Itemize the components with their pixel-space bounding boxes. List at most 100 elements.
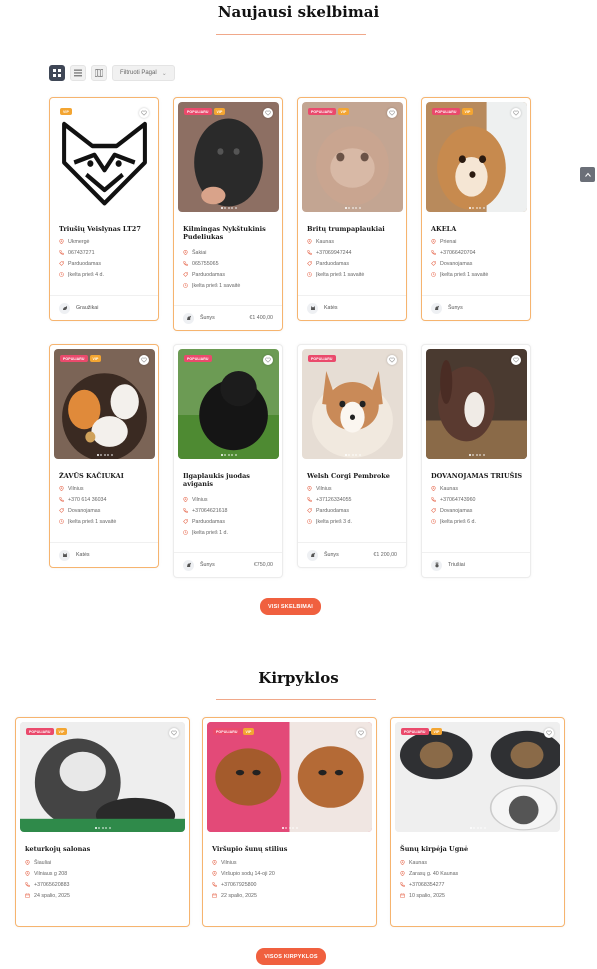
groomer-title[interactable]: keturkojų salonas (25, 845, 185, 854)
favorite-button[interactable] (511, 108, 521, 118)
listing-card[interactable]: POPULIARU VIP AKELA Prienai +37066420704 Dova… (421, 97, 531, 321)
category-label[interactable]: Triušiai (448, 562, 465, 568)
category-label[interactable]: Katės (324, 305, 338, 311)
heart-icon (265, 110, 271, 116)
view-all-listings-button[interactable]: VISI SKELBIMAI (260, 598, 321, 615)
category-icon (183, 559, 194, 571)
detail-row: 067437271 (59, 247, 104, 258)
favorite-button[interactable] (263, 355, 273, 365)
scroll-to-top-button[interactable] (580, 167, 595, 182)
listing-card[interactable]: DOVANOJAMAS TRIUŠIS Kaunas +37064743960 Dov… (421, 344, 531, 578)
section-divider (216, 34, 366, 35)
listing-image[interactable]: POPULIARU (302, 349, 403, 459)
listing-title[interactable]: ŽAVŪS KAČIUKAI (59, 472, 153, 481)
favorite-button[interactable] (139, 108, 149, 118)
detail-text: 065755065 (192, 260, 219, 267)
detail-text: +37064743960 (440, 496, 476, 503)
listing-image[interactable]: POPULIARU (178, 349, 279, 459)
listing-title[interactable]: DOVANOJAMAS TRIUŠIS (431, 472, 525, 481)
listing-image[interactable]: POPULIARU VIP (54, 349, 155, 459)
listing-card[interactable]: POPULIARU VIP ŽAVŪS KAČIUKAI Vilnius +370 61… (49, 344, 159, 568)
listing-image[interactable]: POPULIARU VIP (302, 102, 403, 212)
carousel-dots[interactable] (395, 827, 560, 829)
heart-icon (141, 357, 147, 363)
listing-card[interactable]: POPULIARU Ilgaplaukis juodas aviganis Viln… (173, 344, 283, 578)
category-label[interactable]: Šunys (448, 305, 463, 311)
listing-image[interactable] (426, 349, 527, 459)
listing-card[interactable]: POPULIARU VIP Britų trumpaplaukiai Kaunas +3… (297, 97, 407, 321)
listing-title[interactable]: Kilmingas Nykštukinis Pudeliukas (183, 225, 277, 241)
detail-row: Ukmergė (59, 236, 104, 247)
groomer-title[interactable]: Viršupio šunų stilius (212, 845, 372, 854)
category-label[interactable]: Katės (76, 552, 90, 558)
groomer-image[interactable]: POPULIARU VIP (207, 722, 372, 832)
carousel-dots[interactable] (54, 454, 155, 456)
listing-title[interactable]: Welsh Corgi Pembroke (307, 472, 401, 481)
carousel-dots[interactable] (426, 454, 527, 456)
carousel-dots[interactable] (54, 207, 155, 209)
detail-row: 22 spalio, 2025 (212, 890, 275, 901)
listing-image[interactable]: POPULIARU VIP (178, 102, 279, 212)
groomer-title[interactable]: Šunų kirpėja Ugnė (400, 845, 560, 854)
listing-details: Vilnius +370 614 36034 Dovanojamas Įkelta p… (59, 483, 116, 527)
favorite-button[interactable] (387, 355, 397, 365)
listing-image[interactable]: VIP (54, 102, 155, 212)
carousel-dots[interactable] (302, 454, 403, 456)
carousel-dots[interactable] (20, 827, 185, 829)
carousel-dots[interactable] (426, 207, 527, 209)
heart-icon (358, 730, 364, 736)
favorite-button[interactable] (387, 108, 397, 118)
price: €750,00 (253, 562, 273, 568)
groomer-card[interactable]: POPULIARU VIP keturkojų salonas Šiauliai Vil… (15, 717, 190, 927)
favorite-button[interactable] (169, 728, 179, 738)
category-label[interactable]: Graužikai (76, 305, 98, 311)
carousel-dots[interactable] (178, 454, 279, 456)
category-label[interactable]: Šunys (324, 552, 339, 558)
groomer-image[interactable]: POPULIARU VIP (395, 722, 560, 832)
map-view-button[interactable] (91, 65, 107, 81)
phone-icon (400, 882, 405, 887)
listing-photo (426, 349, 527, 459)
list-view-button[interactable] (70, 65, 86, 81)
grid-view-button[interactable] (49, 65, 65, 81)
favorite-button[interactable] (544, 728, 554, 738)
listing-title[interactable]: Britų trumpaplaukiai (307, 225, 401, 234)
detail-text: Įkelta prieš 1 d. (192, 529, 228, 536)
category-label[interactable]: Šunys (200, 562, 215, 568)
detail-text: Ukmergė (68, 238, 90, 245)
listing-image[interactable]: POPULIARU VIP (426, 102, 527, 212)
carousel-dots[interactable] (207, 827, 372, 829)
Katės-icon (62, 553, 67, 557)
listing-title[interactable]: AKELA (431, 225, 525, 234)
Triušiai-icon (434, 562, 439, 568)
groomer-card[interactable]: POPULIARU VIP Šunų kirpėja Ugnė Kaunas Zaras… (390, 717, 565, 927)
listing-details: Kaunas +37064743960 Dovanojamas Įkelta prie… (431, 483, 476, 527)
detail-text: Parduodamas (68, 260, 101, 267)
price: €1 200,00 (373, 552, 397, 558)
listing-card[interactable]: POPULIARU VIP Kilmingas Nykštukinis Pudeli… (173, 97, 283, 331)
detail-text: 067437271 (68, 249, 95, 256)
detail-text: Parduodamas (316, 507, 349, 514)
listing-card[interactable]: POPULIARU Welsh Corgi Pembroke Vilnius +371… (297, 344, 407, 568)
filter-dropdown[interactable]: Filtruoti Pagal ⌄ (112, 65, 175, 81)
favorite-button[interactable] (511, 355, 521, 365)
groomer-image[interactable]: POPULIARU VIP (20, 722, 185, 832)
carousel-dots[interactable] (302, 207, 403, 209)
phone-icon (183, 261, 188, 266)
favorite-button[interactable] (139, 355, 149, 365)
listing-title[interactable]: Ilgaplaukis juodas aviganis (183, 472, 277, 488)
groomer-card[interactable]: POPULIARU VIP Viršupio šunų stilius Vilnius… (202, 717, 377, 927)
carousel-dots[interactable] (178, 207, 279, 209)
view-all-groomers-button[interactable]: VISOS KIRPYKLOS (256, 948, 326, 965)
category-label[interactable]: Šunys (200, 315, 215, 321)
detail-row: Įkelta prieš 1 d. (183, 527, 228, 538)
listing-details: Kaunas +37069947244 Parduodamas Įkelta prie… (307, 236, 364, 280)
listing-footer: Šunys (422, 295, 530, 320)
vip-badge: VIP (242, 728, 255, 735)
listing-card[interactable]: VIP Triušių Veislynas LT27 Ukmergė 06743727… (49, 97, 159, 321)
listing-photo (426, 102, 527, 212)
favorite-button[interactable] (356, 728, 366, 738)
listing-title[interactable]: Triušių Veislynas LT27 (59, 225, 153, 234)
detail-row: Įkelta prieš 4 d. (59, 269, 104, 280)
favorite-button[interactable] (263, 108, 273, 118)
